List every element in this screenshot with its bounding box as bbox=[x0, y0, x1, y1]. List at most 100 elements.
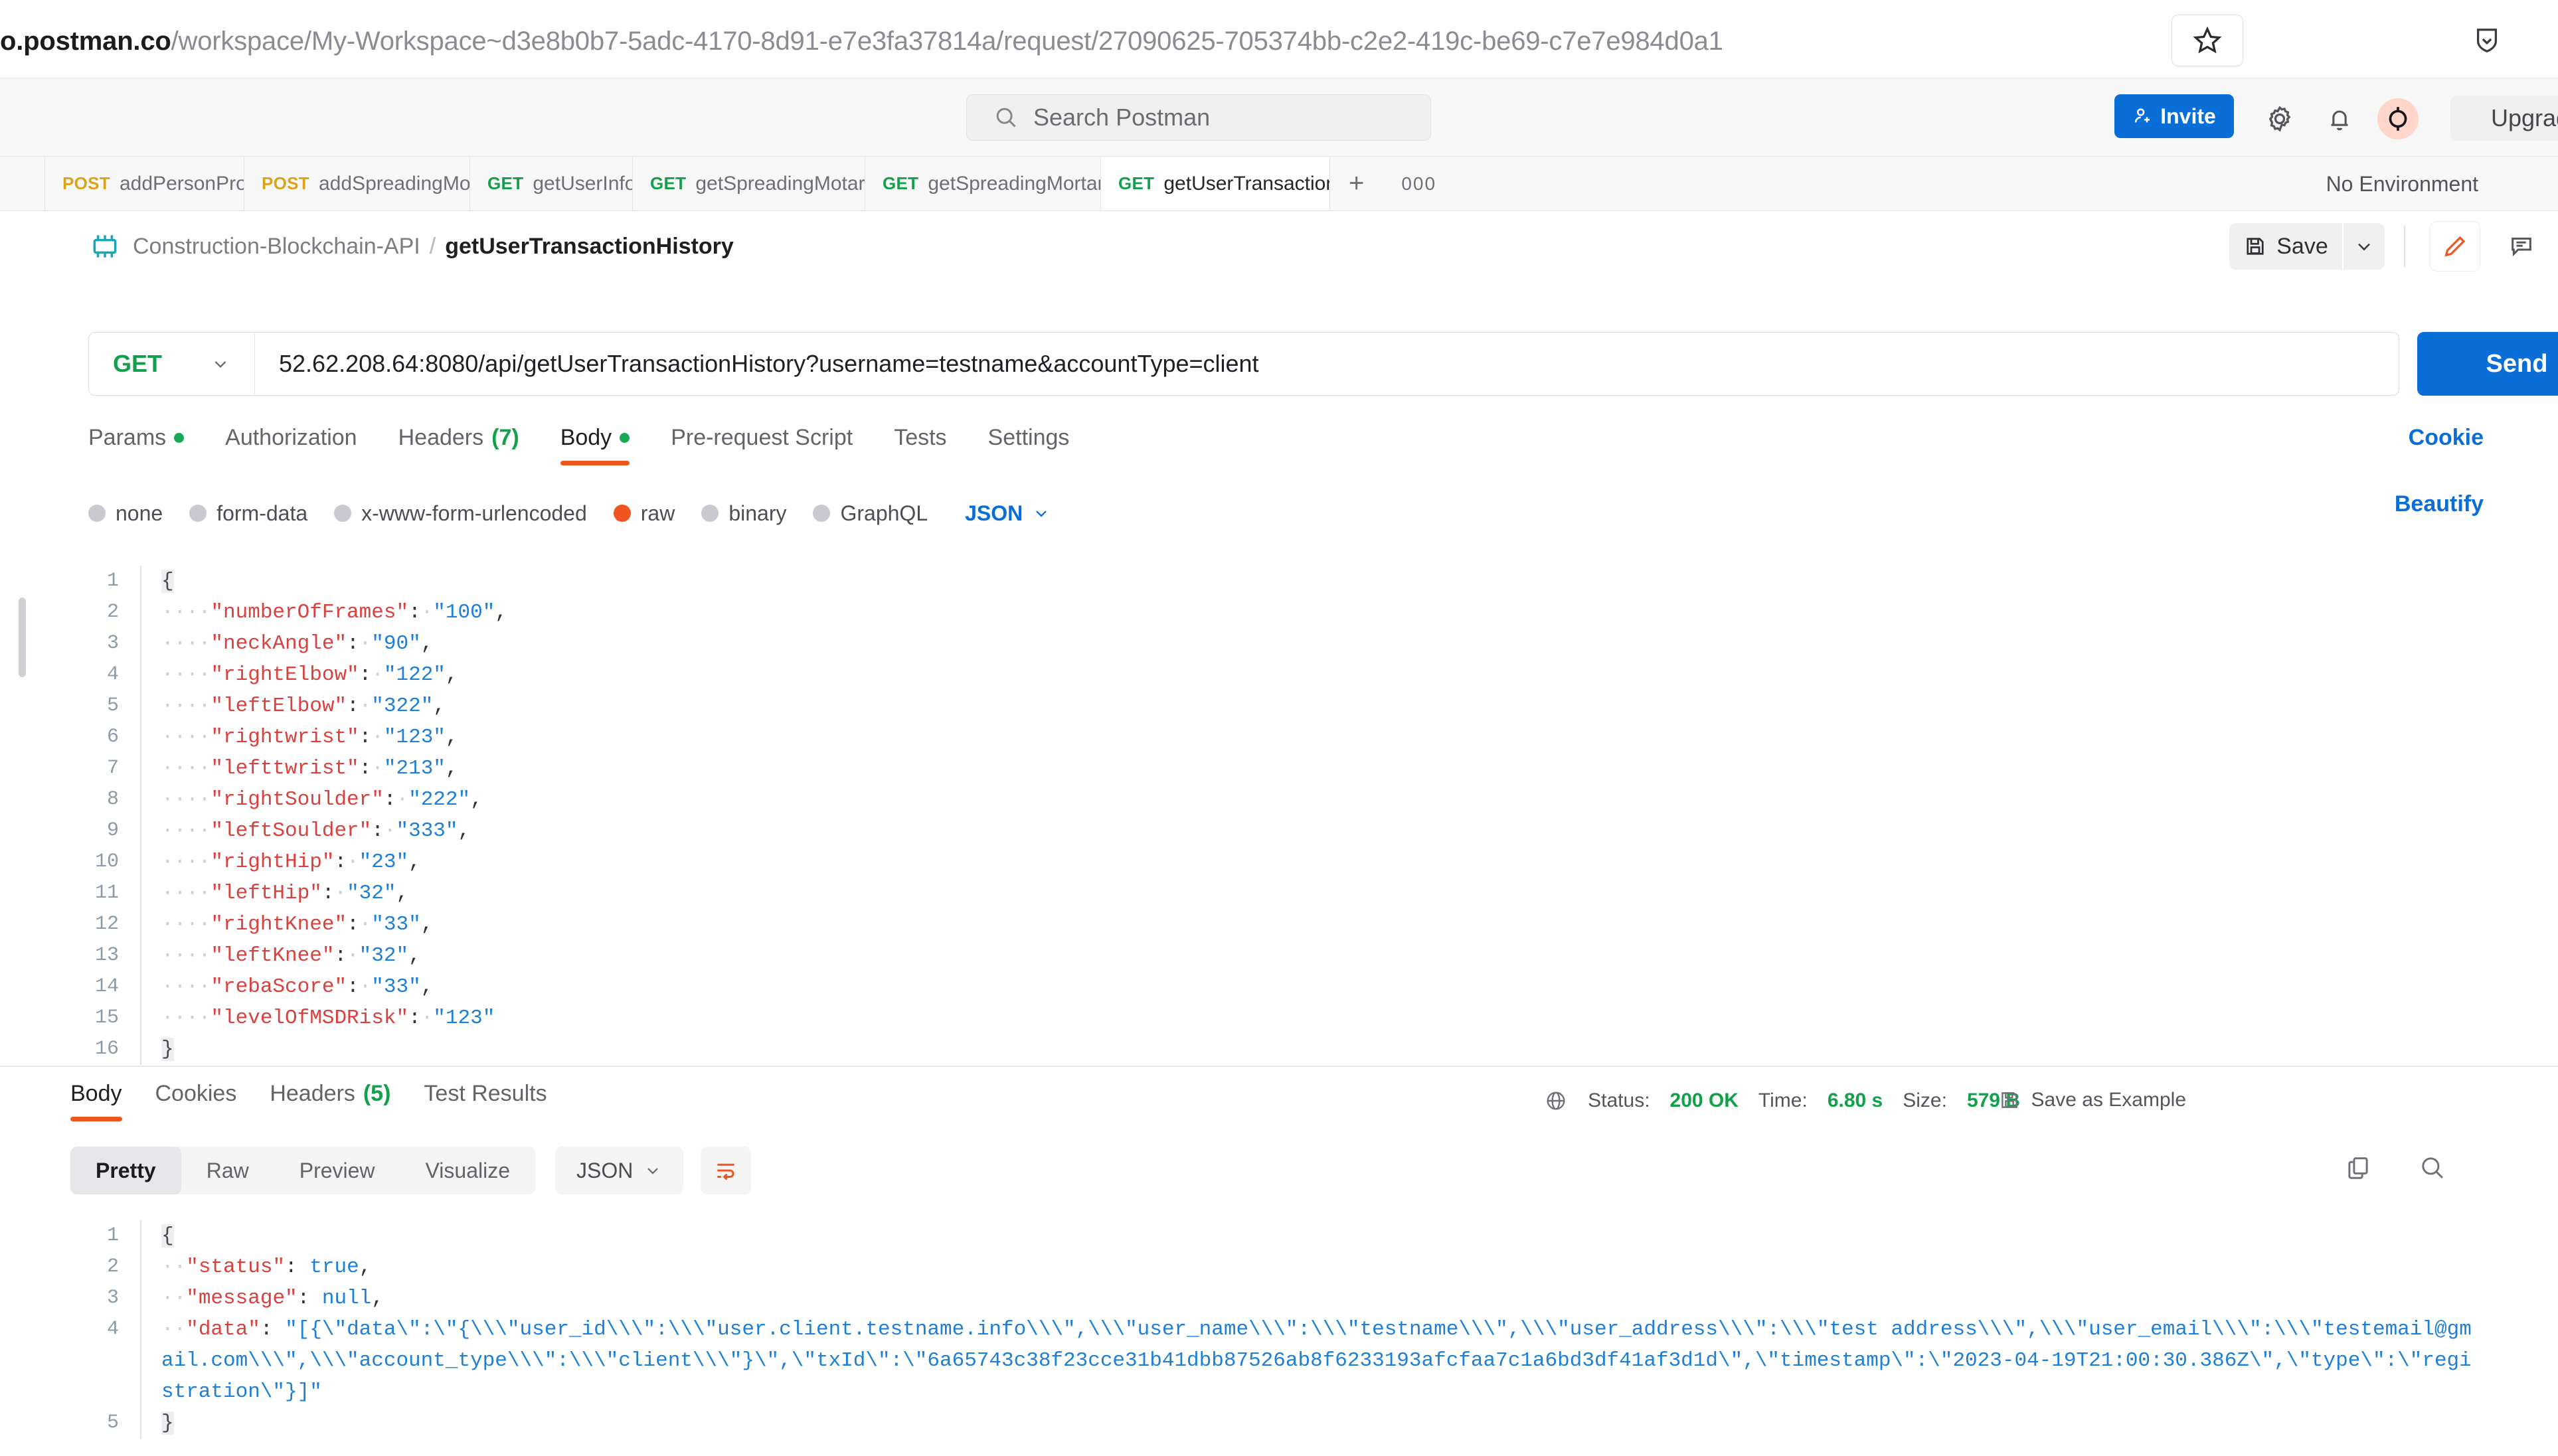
request-tab-getSpreadingMotarInfo[interactable]: GET getSpreadingMotarInfo bbox=[633, 157, 865, 210]
line-content[interactable]: ····"leftKnee":·"32", bbox=[141, 940, 421, 971]
edit-button[interactable] bbox=[2430, 222, 2480, 271]
radio-indicator bbox=[614, 505, 631, 522]
tracking-protection-button[interactable] bbox=[2457, 15, 2517, 66]
http-method-select[interactable]: GET bbox=[89, 332, 255, 396]
bookmark-star-button[interactable] bbox=[2172, 15, 2243, 66]
body-type-GraphQL[interactable]: GraphQL bbox=[813, 501, 928, 526]
request-tab-getUserInfo[interactable]: GET getUserInfo bbox=[470, 157, 633, 210]
save-button[interactable]: Save bbox=[2229, 223, 2342, 270]
request-tab-getUserTransactionHis[interactable]: GET getUserTransactionHis bbox=[1101, 157, 1330, 210]
search-input[interactable]: Search Postman bbox=[966, 94, 1431, 141]
notifications-button[interactable] bbox=[2318, 97, 2361, 141]
line-content[interactable]: ····"rightwrist":·"123", bbox=[141, 722, 458, 753]
line-content[interactable]: ····"leftHip":·"32", bbox=[141, 878, 408, 909]
request-url-row: GET 52.62.208.64:8080/api/getUserTransac… bbox=[0, 332, 2558, 405]
avatar bbox=[2377, 98, 2419, 139]
shield-icon bbox=[2472, 25, 2502, 56]
search-response-button[interactable] bbox=[2419, 1154, 2446, 1185]
response-tab-label: Body bbox=[70, 1081, 122, 1107]
line-content[interactable]: } bbox=[141, 1034, 174, 1065]
body-type-binary[interactable]: binary bbox=[701, 501, 786, 526]
request-tab-addPersonProfile[interactable]: POST addPersonProfile bbox=[45, 157, 244, 210]
line-content[interactable]: ····"leftElbow":·"322", bbox=[141, 690, 446, 722]
line-number: 8 bbox=[88, 784, 140, 815]
request-tab-tests[interactable]: Tests bbox=[894, 425, 946, 465]
body-type-none[interactable]: none bbox=[88, 501, 163, 526]
new-tab-button[interactable]: + bbox=[1330, 157, 1383, 210]
line-number: 2 bbox=[88, 1252, 140, 1283]
body-type-x-www-form-urlencoded[interactable]: x-www-form-urlencoded bbox=[334, 501, 587, 526]
response-tab-body[interactable]: Body bbox=[70, 1081, 122, 1121]
body-type-label: form-data bbox=[216, 501, 307, 526]
line-content[interactable]: ····"levelOfMSDRisk":·"123" bbox=[141, 1003, 495, 1034]
tab-options-button[interactable]: 000 bbox=[1383, 157, 1455, 210]
response-body-editor[interactable]: 1 { 2 ··"status": true, 3 ··"message": n… bbox=[88, 1220, 2545, 1439]
line-number: 4 bbox=[88, 1314, 140, 1345]
request-tab-pre-request-script[interactable]: Pre-request Script bbox=[671, 425, 853, 465]
response-view-preview[interactable]: Preview bbox=[274, 1147, 400, 1194]
request-tab-settings[interactable]: Settings bbox=[988, 425, 1070, 465]
line-content[interactable]: ····"rightKnee":·"33", bbox=[141, 909, 433, 940]
request-tab-getSpreadingMortarTra[interactable]: GET getSpreadingMortarTra bbox=[865, 157, 1101, 210]
cookies-link[interactable]: Cookie bbox=[2409, 425, 2484, 451]
line-content[interactable]: ····"rebaScore":·"33", bbox=[141, 971, 433, 1003]
line-content[interactable]: ····"leftSoulder":·"333", bbox=[141, 815, 470, 847]
invite-button[interactable]: Invite bbox=[2114, 94, 2234, 138]
request-tab-authorization[interactable]: Authorization bbox=[225, 425, 357, 465]
line-content[interactable]: ··"status": true, bbox=[141, 1252, 371, 1283]
subtab-label: Headers bbox=[398, 425, 484, 451]
tab-name: addSpreadingMortar bbox=[319, 173, 470, 195]
line-content[interactable]: { bbox=[141, 1220, 174, 1252]
body-type-form-data[interactable]: form-data bbox=[189, 501, 307, 526]
environment-selector[interactable]: No Environment bbox=[2326, 157, 2478, 211]
copy-response-button[interactable] bbox=[2344, 1154, 2372, 1185]
line-number: 13 bbox=[88, 940, 140, 971]
line-content[interactable]: ····"numberOfFrames":·"100", bbox=[141, 597, 507, 628]
request-tab-body[interactable]: Body bbox=[560, 425, 630, 465]
response-tab-test-results[interactable]: Test Results bbox=[424, 1081, 547, 1121]
tab-method: POST bbox=[62, 173, 110, 194]
response-tab-label: Cookies bbox=[155, 1081, 237, 1107]
request-tab-headers[interactable]: Headers (7) bbox=[398, 425, 519, 465]
word-wrap-button[interactable] bbox=[701, 1147, 751, 1194]
line-content[interactable]: ····"neckAngle":·"90", bbox=[141, 628, 433, 659]
line-number: 5 bbox=[88, 1408, 140, 1439]
url-input[interactable]: 52.62.208.64:8080/api/getUserTransaction… bbox=[255, 350, 1259, 378]
response-view-raw[interactable]: Raw bbox=[181, 1147, 274, 1194]
response-view-pretty[interactable]: Pretty bbox=[70, 1147, 181, 1194]
line-content[interactable]: ····"rightHip":·"23", bbox=[141, 847, 421, 878]
new-tab-label: + bbox=[1349, 169, 1364, 199]
upgrade-button[interactable]: Upgrad bbox=[2450, 96, 2558, 141]
request-tab-addSpreadingMortar[interactable]: POST addSpreadingMortar bbox=[244, 157, 470, 210]
line-content[interactable]: ····"lefttwrist":·"213", bbox=[141, 753, 458, 784]
request-body-editor[interactable]: 1 { 2 ····"numberOfFrames":·"100", 3 ···… bbox=[88, 566, 2545, 1062]
breadcrumb-request: getUserTransactionHistory bbox=[445, 234, 734, 260]
code-line: 16 } bbox=[88, 1034, 2545, 1065]
response-format-select[interactable]: JSON bbox=[555, 1147, 683, 1194]
body-format-select[interactable]: JSON bbox=[965, 501, 1051, 526]
request-tab-params[interactable]: Params bbox=[88, 425, 184, 465]
settings-button[interactable] bbox=[2258, 97, 2302, 141]
line-content[interactable]: ··"message": null, bbox=[141, 1283, 384, 1314]
user-avatar[interactable] bbox=[2376, 97, 2420, 141]
save-options-button[interactable] bbox=[2344, 223, 2385, 270]
editor-scrollbar[interactable] bbox=[19, 598, 26, 677]
line-content[interactable]: ····"rightSoulder":·"222", bbox=[141, 784, 483, 815]
comments-button[interactable] bbox=[2497, 222, 2546, 271]
line-content[interactable]: ····"rightElbow":·"122", bbox=[141, 659, 458, 690]
save-as-example-button[interactable]: Save as Example bbox=[1998, 1089, 2186, 1111]
line-content[interactable]: ··"data": "[{\"data\":\"{\\\"user_id\\\"… bbox=[141, 1314, 2479, 1408]
response-view-visualize[interactable]: Visualize bbox=[400, 1147, 535, 1194]
breadcrumb[interactable]: Construction-Blockchain-API / getUserTra… bbox=[133, 211, 734, 282]
breadcrumb-collection[interactable]: Construction-Blockchain-API bbox=[133, 234, 420, 260]
body-type-raw[interactable]: raw bbox=[614, 501, 675, 526]
address-bar[interactable]: o.postman.co/workspace/My-Workspace~d3e8… bbox=[0, 21, 2245, 61]
response-tab-headers[interactable]: Headers (5) bbox=[270, 1081, 390, 1121]
tab-method: POST bbox=[262, 173, 309, 194]
response-tab-cookies[interactable]: Cookies bbox=[155, 1081, 237, 1121]
send-button[interactable]: Send bbox=[2417, 332, 2558, 396]
line-content[interactable]: } bbox=[141, 1408, 174, 1439]
beautify-link[interactable]: Beautify bbox=[2395, 491, 2484, 517]
line-content[interactable]: { bbox=[141, 566, 174, 597]
url-input-container[interactable]: GET 52.62.208.64:8080/api/getUserTransac… bbox=[88, 332, 2399, 396]
